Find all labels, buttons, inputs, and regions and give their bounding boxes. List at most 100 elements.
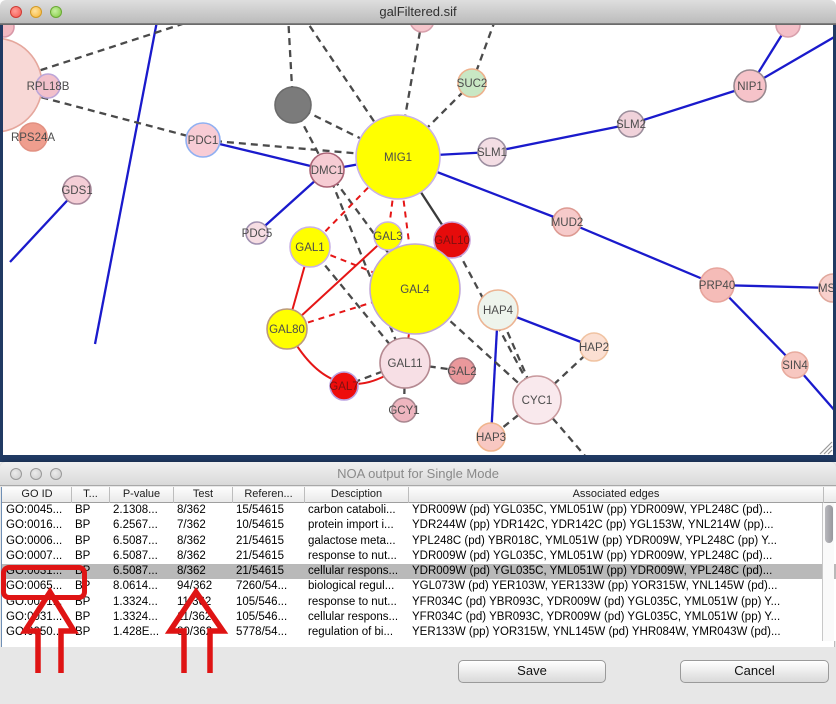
cell-desc: galactose meta... — [305, 534, 409, 549]
cell-type: BP — [72, 534, 110, 549]
noa-window: NOA output for Single Mode GO IDT...P-va… — [0, 462, 836, 704]
node-label: RPS24A — [11, 132, 55, 144]
cell-go: GO:0050... — [3, 625, 72, 640]
cell-go: GO:0031... — [3, 595, 72, 610]
cell-ref: 5778/54... — [233, 625, 305, 640]
cell-go: GO:0031... — [3, 610, 72, 625]
cell-test: 7/362 — [174, 518, 233, 533]
table-header-row: GO IDT...P-valueTestReferen...Desciption… — [2, 487, 836, 503]
table-row[interactable]: GO:0065...BP8.0614...94/3627260/54...bio… — [2, 579, 836, 594]
cell-go: GO:0006... — [3, 534, 72, 549]
cancel-button[interactable]: Cancel — [680, 660, 829, 683]
node-label: RPL18B — [27, 81, 70, 93]
table-row[interactable]: GO:0031...BP1.3324...11/362105/546...cel… — [2, 610, 836, 625]
cell-edges: YFR034C (pd) YBR093C, YDR009W (pd) YGL03… — [409, 610, 824, 625]
node-label: NIP1 — [737, 81, 763, 93]
cell-ref: 10/54615 — [233, 518, 305, 533]
table-row[interactable]: GO:0031...BP6.5087...8/36221/54615cellul… — [2, 564, 836, 579]
cell-p: 6.2567... — [110, 518, 174, 533]
vertical-scrollbar[interactable] — [822, 503, 834, 641]
noa-window-title: NOA output for Single Mode — [0, 466, 836, 481]
node-label: PRP40 — [699, 280, 735, 292]
node-label: PDC5 — [242, 228, 273, 240]
node-label: HAP3 — [476, 432, 506, 444]
cell-test: 8/362 — [174, 534, 233, 549]
network-node-gray1[interactable] — [275, 87, 311, 123]
column-header-edges[interactable]: Associated edges — [409, 487, 824, 503]
cell-type: BP — [72, 595, 110, 610]
node-label: CYC1 — [522, 395, 553, 407]
cell-go: GO:0045... — [3, 503, 72, 518]
cell-p: 1.3324... — [110, 610, 174, 625]
node-label: GAL11 — [388, 358, 423, 370]
graph-window-title: galFiltered.sif — [0, 4, 836, 19]
graph-window-titlebar[interactable]: galFiltered.sif — [0, 0, 836, 24]
cell-edges: YFR034C (pd) YBR093C, YDR009W (pd) YGL03… — [409, 595, 824, 610]
table-row[interactable]: GO:0050...BP1.428E...80/3625778/54...reg… — [2, 625, 836, 640]
cell-p: 1.428E... — [110, 625, 174, 640]
table-body: GO:0045...BP2.1308...8/36215/54615carbon… — [2, 503, 836, 641]
cell-p: 1.3324... — [110, 595, 174, 610]
node-label: DMC1 — [311, 165, 344, 177]
noa-results-table: GO IDT...P-valueTestReferen...Desciption… — [1, 487, 835, 647]
cell-go: GO:0016... — [3, 518, 72, 533]
node-label: SUC2 — [457, 78, 488, 90]
cell-test: 11/362 — [174, 595, 233, 610]
node-label: GAL10 — [434, 235, 470, 247]
cell-ref: 7260/54... — [233, 579, 305, 594]
cell-p: 8.0614... — [110, 579, 174, 594]
column-header-ref[interactable]: Referen... — [233, 487, 305, 503]
column-header-go[interactable]: GO ID — [3, 487, 72, 503]
cell-test: 94/362 — [174, 579, 233, 594]
table-row[interactable]: GO:0007...BP6.5087...8/36221/54615respon… — [2, 549, 836, 564]
cell-ref: 21/54615 — [233, 564, 305, 579]
scrollbar-thumb[interactable] — [825, 505, 833, 543]
table-row[interactable]: GO:0006...BP6.5087...8/36221/54615galact… — [2, 534, 836, 549]
cell-type: BP — [72, 610, 110, 625]
cell-desc: regulation of bi... — [305, 625, 409, 640]
node-label: GDS1 — [61, 185, 92, 197]
column-header-test[interactable]: Test — [174, 487, 233, 503]
cell-edges: YDR009W (pd) YGL035C, YML051W (pp) YDR00… — [409, 503, 824, 518]
cell-ref: 105/546... — [233, 610, 305, 625]
node-label: SIN4 — [782, 360, 808, 372]
cell-desc: response to nut... — [305, 549, 409, 564]
cell-type: BP — [72, 503, 110, 518]
cell-test: 80/362 — [174, 625, 233, 640]
node-label: GCY1 — [388, 405, 419, 417]
cell-type: BP — [72, 518, 110, 533]
table-row[interactable]: GO:0031...BP1.3324...11/362105/546...res… — [2, 595, 836, 610]
cell-desc: response to nut... — [305, 595, 409, 610]
node-label: GAL7 — [329, 381, 358, 393]
cell-desc: carbon cataboli... — [305, 503, 409, 518]
cell-p: 6.5087... — [110, 564, 174, 579]
cell-edges: YDR009W (pd) YGL035C, YML051W (pp) YDR00… — [409, 549, 824, 564]
network-canvas[interactable]: RPL18BRPS24AGDS1PDC1DMC1MIG1SUC2SLM1SLM2… — [0, 24, 836, 462]
cell-go: GO:0007... — [3, 549, 72, 564]
table-row[interactable]: GO:0016...BP6.2567...7/36210/54615protei… — [2, 518, 836, 533]
node-label: SLM2 — [616, 119, 646, 131]
cell-p: 6.5087... — [110, 534, 174, 549]
cell-edges: YPL248C (pd) YBR018C, YML051W (pp) YDR00… — [409, 534, 824, 549]
cell-test: 11/362 — [174, 610, 233, 625]
cell-type: BP — [72, 564, 110, 579]
column-header-type[interactable]: T... — [72, 487, 110, 503]
cell-ref: 21/54615 — [233, 534, 305, 549]
cell-ref: 21/54615 — [233, 549, 305, 564]
node-label: GAL4 — [400, 284, 430, 296]
cell-edges: YGL073W (pd) YER103W, YER133W (pp) YOR31… — [409, 579, 824, 594]
column-header-p[interactable]: P-value — [110, 487, 174, 503]
cell-type: BP — [72, 579, 110, 594]
node-label: SLM1 — [477, 147, 507, 159]
column-header-desc[interactable]: Desciption — [305, 487, 409, 503]
save-button[interactable]: Save — [458, 660, 606, 683]
table-row[interactable]: GO:0045...BP2.1308...8/36215/54615carbon… — [2, 503, 836, 518]
noa-window-titlebar[interactable]: NOA output for Single Mode — [0, 462, 836, 486]
cell-edges: YER133W (pp) YOR315W, YNL145W (pd) YHR08… — [409, 625, 824, 640]
cell-p: 6.5087... — [110, 549, 174, 564]
cell-test: 8/362 — [174, 564, 233, 579]
graph-window: galFiltered.sif RPL18BRPS24AGDS1PDC1DMC1… — [0, 0, 836, 462]
cell-edges: YDR009W (pd) YGL035C, YML051W (pp) YDR00… — [409, 564, 824, 579]
cell-test: 8/362 — [174, 503, 233, 518]
cell-edges: YDR244W (pp) YDR142C, YDR142C (pp) YGL15… — [409, 518, 824, 533]
